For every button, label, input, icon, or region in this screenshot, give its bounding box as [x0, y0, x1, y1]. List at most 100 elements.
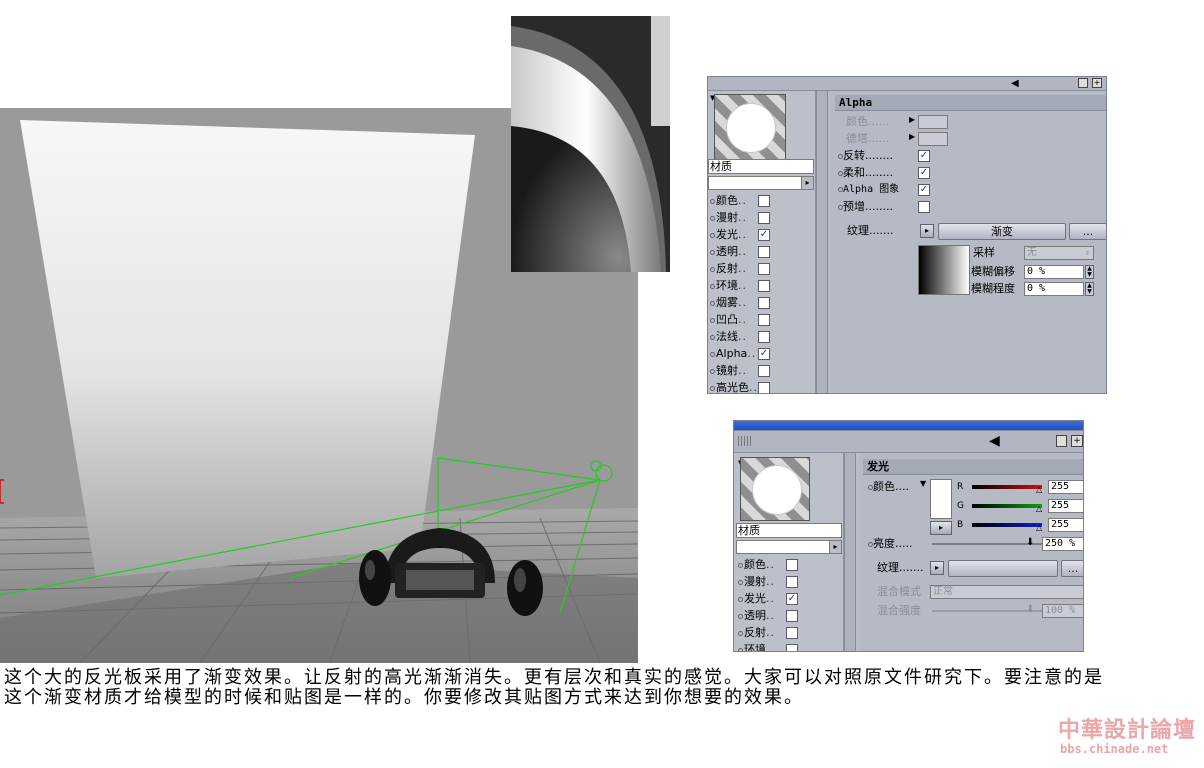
bullet-icon [710, 215, 715, 221]
channel-item[interactable]: 发光.. [738, 591, 775, 607]
bullet-icon [710, 283, 715, 289]
bullet-icon [710, 198, 715, 204]
channel-checkbox[interactable] [758, 280, 770, 292]
channel-checkbox[interactable] [758, 297, 770, 309]
panel-toolbar: ◀ + [734, 431, 1083, 453]
bullet-icon [738, 647, 743, 651]
slider-handle-icon[interactable]: △ [1036, 523, 1042, 532]
channel-item[interactable]: 环境.. [710, 278, 747, 294]
blur-scale-field[interactable]: 0 % [1024, 282, 1084, 296]
lock-icon[interactable] [1056, 435, 1067, 447]
slider-handle-icon[interactable]: ⬇ [1026, 604, 1034, 615]
channel-scrollbar[interactable] [816, 91, 828, 393]
g-slider[interactable] [972, 504, 1042, 508]
b-label: B [957, 520, 964, 530]
channel-scrollbar[interactable] [844, 453, 856, 651]
chevron-right-icon: ▸ [801, 177, 813, 189]
material-preview[interactable] [740, 457, 810, 521]
spinner-icon[interactable]: ▲ ▼ [1085, 265, 1094, 279]
new-window-icon[interactable]: + [1092, 78, 1102, 88]
brightness-field[interactable]: 250 % [1042, 537, 1083, 551]
sampling-select[interactable]: 无 ⇕ [1024, 246, 1094, 260]
soft-checkbox[interactable]: ✓ [918, 167, 930, 179]
channel-checkbox[interactable] [786, 559, 798, 571]
channel-checkbox[interactable] [786, 627, 798, 639]
texture-more-button[interactable]: ... [1069, 223, 1106, 240]
blur-offset-field[interactable]: 0 % [1024, 265, 1084, 279]
channel-item[interactable]: 漫射.. [738, 574, 775, 590]
slider-handle-icon[interactable]: △ [1036, 485, 1042, 494]
texture-more-button[interactable]: ... [1061, 560, 1083, 577]
channel-checkbox[interactable] [758, 331, 770, 343]
color-picker-button[interactable]: ▸ [930, 521, 952, 535]
texture-menu-button[interactable]: ▸ [920, 224, 934, 238]
mix-mode-select[interactable]: 正常 [930, 585, 1083, 599]
new-window-icon[interactable]: + [1071, 435, 1083, 447]
channel-item[interactable]: 法线.. [710, 329, 747, 345]
r-slider[interactable] [972, 485, 1042, 489]
channel-checkbox[interactable] [758, 195, 770, 207]
prop-delta-label: 德塔...... [846, 132, 889, 145]
triangle-right-icon[interactable]: ▶ [909, 115, 915, 124]
material-name-field[interactable]: 材质 [736, 523, 842, 538]
channel-checkbox[interactable] [758, 263, 770, 275]
bullet-icon [710, 249, 715, 255]
bullet-icon [710, 368, 715, 374]
channel-checkbox[interactable] [786, 576, 798, 588]
back-arrow-icon[interactable]: ◀ [989, 433, 1000, 449]
color-swatch[interactable] [930, 479, 952, 519]
channel-item[interactable]: 环境.. [738, 642, 775, 651]
channel-checkbox[interactable]: ✓ [758, 229, 770, 241]
texture-menu-button[interactable]: ▸ [930, 561, 944, 575]
premultiplied-checkbox[interactable] [918, 201, 930, 213]
r-field[interactable]: 255 [1048, 480, 1083, 494]
material-name-field[interactable]: 材质 [708, 159, 814, 174]
bullet-icon [710, 317, 715, 323]
material-combo[interactable]: ▸ [708, 176, 814, 190]
reflector-board [20, 120, 475, 578]
channel-checkbox[interactable] [758, 382, 770, 393]
b-slider[interactable] [972, 523, 1042, 527]
channel-item[interactable]: 漫射.. [710, 210, 747, 226]
spinner-icon[interactable]: ▲ ▼ [1085, 282, 1094, 296]
channel-checkbox[interactable]: ✓ [786, 593, 798, 605]
channel-item[interactable]: 高光色.. [710, 380, 758, 393]
channel-checkbox[interactable]: ✓ [758, 348, 770, 360]
texture-gradient-button[interactable]: 渐变 [938, 223, 1066, 240]
channel-item[interactable]: Alpha.. [710, 346, 756, 362]
material-preview[interactable] [714, 94, 786, 160]
alpha-image-checkbox[interactable]: ✓ [918, 184, 930, 196]
g-field[interactable]: 255 [1048, 499, 1083, 513]
channel-checkbox[interactable] [758, 365, 770, 377]
channel-label: 环境 [716, 279, 738, 292]
channel-item[interactable]: 反射.. [710, 261, 747, 277]
channel-item[interactable]: 镜射.. [710, 363, 747, 379]
channel-item[interactable]: 颜色.. [738, 557, 775, 573]
channel-item[interactable]: 反射.. [738, 625, 775, 641]
invert-checkbox[interactable]: ✓ [918, 150, 930, 162]
back-arrow-icon[interactable]: ◀ [1011, 78, 1019, 89]
channel-label: 颜色 [744, 558, 766, 571]
channel-label: 反射 [716, 262, 738, 275]
channel-item[interactable]: 发光.. [710, 227, 747, 243]
slider-handle-icon[interactable]: △ [1036, 504, 1042, 513]
channel-checkbox[interactable] [758, 314, 770, 326]
channel-item[interactable]: 凹凸.. [710, 312, 747, 328]
slider-handle-icon[interactable]: ⬇ [1026, 537, 1034, 548]
channel-item[interactable]: 颜色.. [710, 193, 747, 209]
channel-checkbox[interactable] [758, 246, 770, 258]
channel-item[interactable]: 透明.. [710, 244, 747, 260]
material-combo[interactable]: ▸ [736, 540, 842, 554]
triangle-down-icon[interactable]: ▼ [920, 479, 926, 488]
channel-checkbox[interactable] [786, 644, 798, 651]
channel-label: 透明 [744, 609, 766, 622]
channel-item[interactable]: 烟雾.. [710, 295, 747, 311]
channel-checkbox[interactable] [758, 212, 770, 224]
texture-button[interactable] [948, 560, 1058, 577]
channel-checkbox[interactable] [786, 610, 798, 622]
channel-item[interactable]: 透明.. [738, 608, 775, 624]
mix-strength-field[interactable]: 100 % [1042, 604, 1083, 618]
lock-icon[interactable] [1078, 78, 1088, 88]
triangle-right-icon[interactable]: ▶ [909, 132, 915, 141]
b-field[interactable]: 255 [1048, 518, 1083, 532]
